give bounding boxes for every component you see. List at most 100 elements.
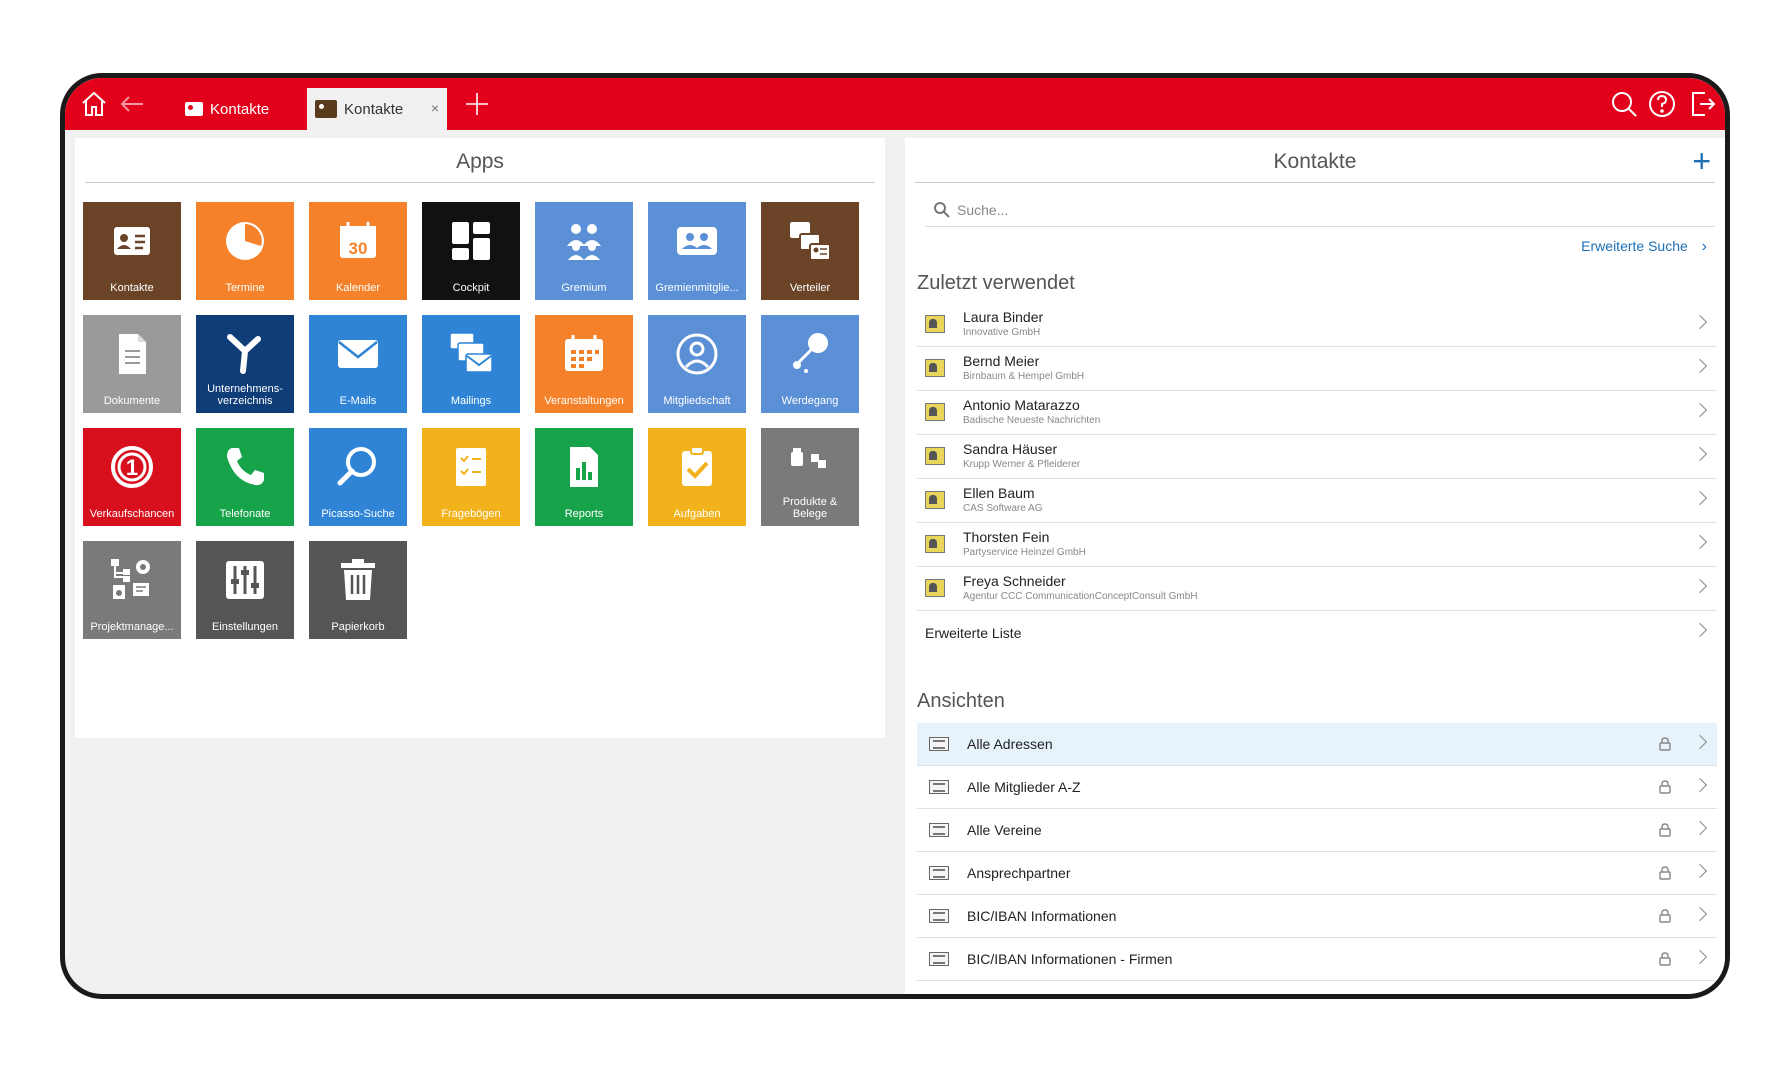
app-tile-picasso-suche[interactable]: Picasso-Suche [309,428,407,526]
project-icon [111,559,150,599]
chevron-right-icon [1692,949,1708,965]
contacts-title: Kontakte [915,138,1715,183]
app-tile-e-mails[interactable]: E-Mails [309,315,407,413]
app-label: Verkaufschancen [89,508,175,520]
app-label: Reports [564,508,604,520]
chevron-right-icon [1692,490,1708,506]
advanced-search-link[interactable]: Erweiterte Suche › [1581,238,1707,256]
app-label: Kontakte [110,282,154,294]
app-label: Papierkorb [331,621,385,633]
app-tile-produkte-belege[interactable]: Produkte & Belege [761,428,859,526]
add-contact-button[interactable]: + [1692,145,1711,177]
new-tab-plus-icon[interactable] [460,87,494,121]
search-icon[interactable] [1607,87,1641,121]
app-tile-verkaufschancen[interactable]: 1 Verkaufschancen [83,428,181,526]
app-tile-verteiler[interactable]: Verteiler [761,202,859,300]
chevron-right-icon [1692,446,1708,462]
app-tile-einstellungen[interactable]: Einstellungen [196,541,294,639]
lock-icon [1659,909,1671,923]
extended-list-row[interactable]: Erweiterte Liste [917,611,1717,655]
view-row[interactable]: Alle Vereine [917,809,1717,852]
app-label: Dokumente [103,395,161,407]
contact-photo-icon [925,315,945,333]
view-row[interactable]: BIC/IBAN Informationen [917,895,1717,938]
app-tile-mailings[interactable]: Mailings [422,315,520,413]
svg-text:1: 1 [126,455,138,480]
opportunity-icon: 1 [111,446,153,488]
tab-kontakte-active[interactable]: Kontakte × [307,88,447,130]
close-icon[interactable]: × [431,100,439,116]
contact-card-icon [185,102,203,116]
app-tile-gremienmitglie[interactable]: Gremienmitglie... [648,202,746,300]
pie-clock-icon [226,222,264,260]
svg-text:30: 30 [349,239,368,258]
tab-kontakte-inactive[interactable]: Kontakte [175,88,295,130]
lock-icon [1659,780,1671,794]
app-tile-papierkorb[interactable]: Papierkorb [309,541,407,639]
task-check-icon [682,446,712,486]
view-label: BIC/IBAN Informationen - Firmen [967,951,1173,967]
search-icon [337,447,376,486]
recent-contact-row[interactable]: Sandra Häuser Krupp Werner & Pfleiderer [917,435,1717,479]
view-row[interactable]: Alle Adressen [917,723,1717,766]
chevron-right-icon [1692,402,1708,418]
app-tile-aufgaben[interactable]: Aufgaben [648,428,746,526]
contact-photo-icon [925,491,945,509]
app-tile-gremium[interactable]: Gremium [535,202,633,300]
recent-contact-row[interactable]: Laura Binder Innovative GmbH [917,303,1717,347]
search-input[interactable] [957,201,1657,218]
back-arrow-icon[interactable] [115,87,149,121]
app-tile-werdegang[interactable]: Werdegang [761,315,859,413]
app-tile-termine[interactable]: Termine [196,202,294,300]
app-tile-kalender[interactable]: 30 Kalender [309,202,407,300]
view-list-icon [929,823,949,837]
search-bar [925,193,1715,227]
recent-contact-row[interactable]: Antonio Matarazzo Badische Neueste Nachri… [917,391,1717,435]
view-row[interactable]: Ansprechpartner [917,852,1717,895]
recent-contact-row[interactable]: Ellen Baum CAS Software AG [917,479,1717,523]
app-tile-projektmanage[interactable]: Projektmanage... [83,541,181,639]
home-icon[interactable] [77,87,111,121]
chevron-right-icon [1692,534,1708,550]
help-icon[interactable] [1645,87,1679,121]
contact-company: Partyservice Heinzel GmbH [963,547,1086,558]
chevron-right-icon [1692,622,1708,638]
app-label: Cockpit [452,282,490,294]
phone-icon [227,448,264,486]
app-tile-reports[interactable]: Reports [535,428,633,526]
contact-name: Sandra Häuser [963,441,1058,457]
app-label: Gremium [561,282,607,294]
app-tile-dokumente[interactable]: Dokumente [83,315,181,413]
contact-photo-icon [925,535,945,553]
recent-contact-row[interactable]: Thorsten Fein Partyservice Heinzel GmbH [917,523,1717,567]
view-label: Alle Mitglieder A-Z [967,779,1081,795]
view-row[interactable]: Alle Mitglieder A-Z [917,766,1717,809]
calendar-icon: 30 [340,222,376,258]
extended-list-label: Erweiterte Liste [925,625,1022,641]
view-label: BIC/IBAN Informationen [967,908,1117,924]
views-heading: Ansichten [917,690,1005,712]
view-label: Alle Adressen [967,736,1053,752]
contact-name: Antonio Matarazzo [963,397,1080,413]
view-row[interactable]: BIC/IBAN Informationen - Firmen [917,938,1717,981]
app-tile-unternehmens-verzeichnis[interactable]: Unternehmens- verzeichnis [196,315,294,413]
app-label: Mailings [450,395,492,407]
mailings-icon [449,332,493,373]
logout-icon[interactable] [1685,87,1719,121]
app-tile-mitgliedschaft[interactable]: Mitgliedschaft [648,315,746,413]
app-tile-veranstaltungen[interactable]: Veranstaltungen [535,315,633,413]
apps-panel: Apps Kontakte Termine 30 Kalender Cockpit Gre… [75,138,885,738]
tablet-frame: Kontakte Kontakte × Apps Kontakte Termine… [60,73,1730,999]
app-tile-kontakte[interactable]: Kontakte [83,202,181,300]
app-tile-fragebögen[interactable]: Fragebögen [422,428,520,526]
lock-icon [1659,866,1671,880]
app-tile-cockpit[interactable]: Cockpit [422,202,520,300]
chevron-right-icon [1692,777,1708,793]
envelope-icon [338,340,378,368]
chevron-right-icon [1692,863,1708,879]
app-tile-telefonate[interactable]: Telefonate [196,428,294,526]
career-icon [793,333,828,373]
app-label: Werdegang [781,395,839,407]
recent-contact-row[interactable]: Bernd Meier Birnbaum & Hempel GmbH [917,347,1717,391]
recent-contact-row[interactable]: Freya Schneider Agentur CCC Communication… [917,567,1717,611]
